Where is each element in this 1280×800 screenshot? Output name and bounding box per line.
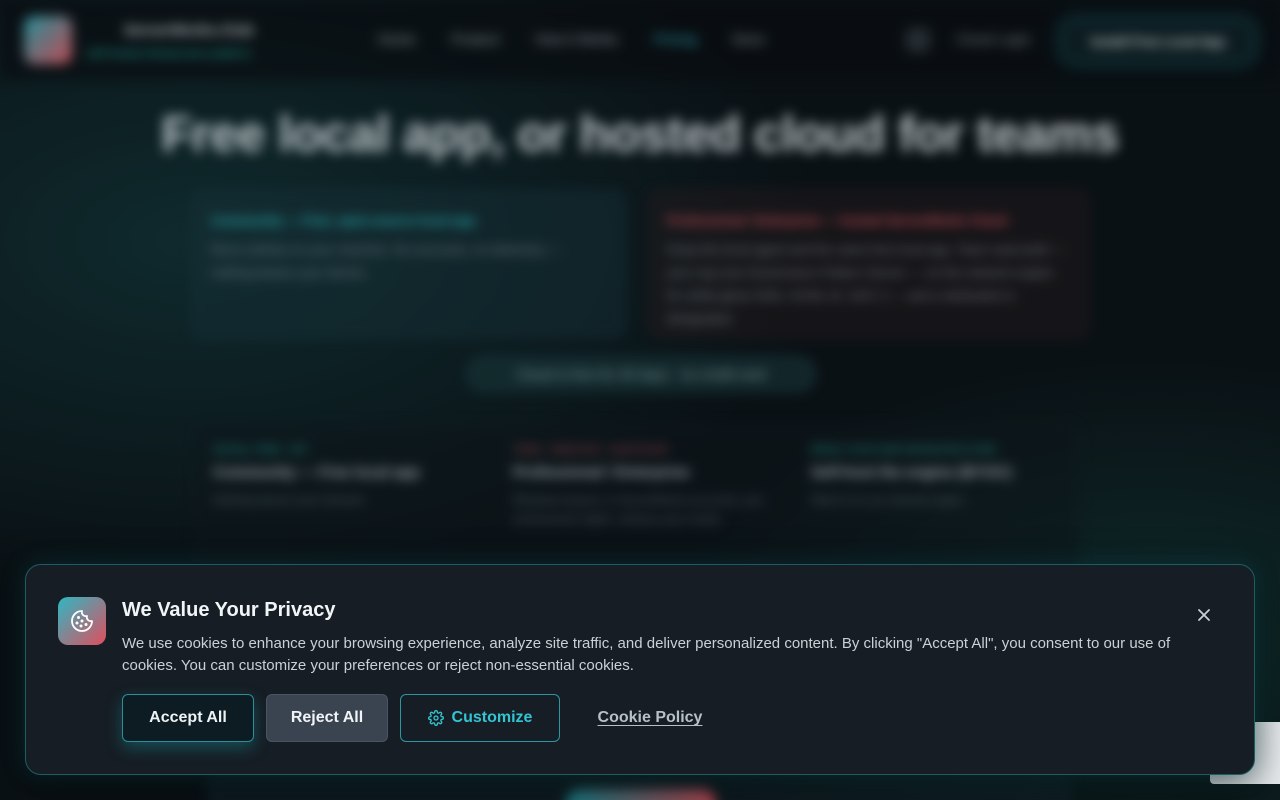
plan-card-title: Community — Free, open-source local app (211, 213, 476, 228)
top-nav: ServerWorks.Club Self-hosted infrastruct… (0, 0, 1280, 80)
tier-row: INSTALL FREE · MIT Community — Free loca… (196, 424, 1080, 574)
page: ServerWorks.Club Self-hosted infrastruct… (0, 0, 1280, 800)
cookie-banner: We Value Your Privacy We use cookies to … (25, 564, 1255, 775)
plan-card-desc: Keep the local agent and the same free l… (667, 242, 1065, 326)
accept-all-button[interactable]: Accept All (122, 694, 254, 742)
close-banner-button[interactable] (1192, 603, 1216, 627)
nav-link-how-it-works[interactable]: How it Works (536, 31, 618, 47)
close-icon (1198, 609, 1210, 621)
brand-tagline: Self-hosted infrastructure platform (86, 48, 252, 60)
tier-desc: Want it on our internal region (811, 493, 965, 507)
tier-name: Self-host the engine (BYOC) (811, 464, 1012, 481)
plan-card-desc: Runs entirely on your machine. No accoun… (211, 242, 562, 280)
cookie-icon (58, 597, 106, 645)
tier-byoc: BRING YOUR OWN INFRASTRUCTURE Self-host … (811, 445, 1071, 510)
gear-icon (427, 710, 444, 726)
brand-name[interactable]: ServerWorks.Club (124, 22, 254, 39)
nav-links: Home Product How it Works Pricing Docs (378, 31, 765, 47)
cookie-description: We use cookies to enhance your browsing … (122, 635, 1171, 674)
tier-professional: TEAM · SAML/SSO · AUDIT/SCIM Professiona… (513, 445, 773, 529)
cookie-title: We Value Your Privacy (122, 599, 336, 621)
customize-label: Customize (451, 709, 533, 726)
tier-name: Professional / Enterprise (513, 464, 690, 481)
nav-link-pricing[interactable]: Pricing (654, 31, 697, 47)
nav-link-home[interactable]: Home (378, 31, 415, 47)
tier-name: Community — Free local app (213, 464, 420, 481)
reject-all-button[interactable]: Reject All (266, 694, 388, 742)
plan-card-title: Professional / Enterprise — hosted Serve… (667, 213, 1008, 228)
cloud-login-link[interactable]: Cloud Login (956, 31, 1031, 47)
tier-kicker: INSTALL FREE · MIT (213, 445, 309, 456)
plan-card-community: Community — Free, open-source local app … (192, 190, 626, 338)
tier-kicker: TEAM · SAML/SSO · AUDIT/SCIM (513, 445, 667, 456)
cookie-policy-link[interactable]: Cookie Policy (596, 694, 704, 742)
tier-desc: Nothing leaves your browser (213, 493, 366, 507)
hero-title: Free local app, or hosted cloud for team… (161, 106, 1119, 162)
nav-link-product[interactable]: Product (451, 31, 499, 47)
bottom-cta-button[interactable] (566, 788, 716, 800)
customize-button[interactable]: Customize (400, 694, 560, 742)
tier-desc: Windows-based, in ServerWorks accounts, … (513, 493, 767, 526)
theme-toggle-icon[interactable] (906, 28, 930, 52)
plan-card-enterprise: Professional / Enterprise — hosted Serve… (648, 190, 1088, 338)
install-app-button[interactable]: Install Free Local App (1062, 20, 1254, 62)
tier-kicker: BRING YOUR OWN INFRASTRUCTURE (811, 445, 996, 456)
logo[interactable] (24, 16, 72, 64)
trial-badge: Cloud is free for 30 days · no credit ca… (466, 356, 816, 392)
tier-community: INSTALL FREE · MIT Community — Free loca… (213, 445, 473, 510)
nav-link-docs[interactable]: Docs (733, 31, 765, 47)
